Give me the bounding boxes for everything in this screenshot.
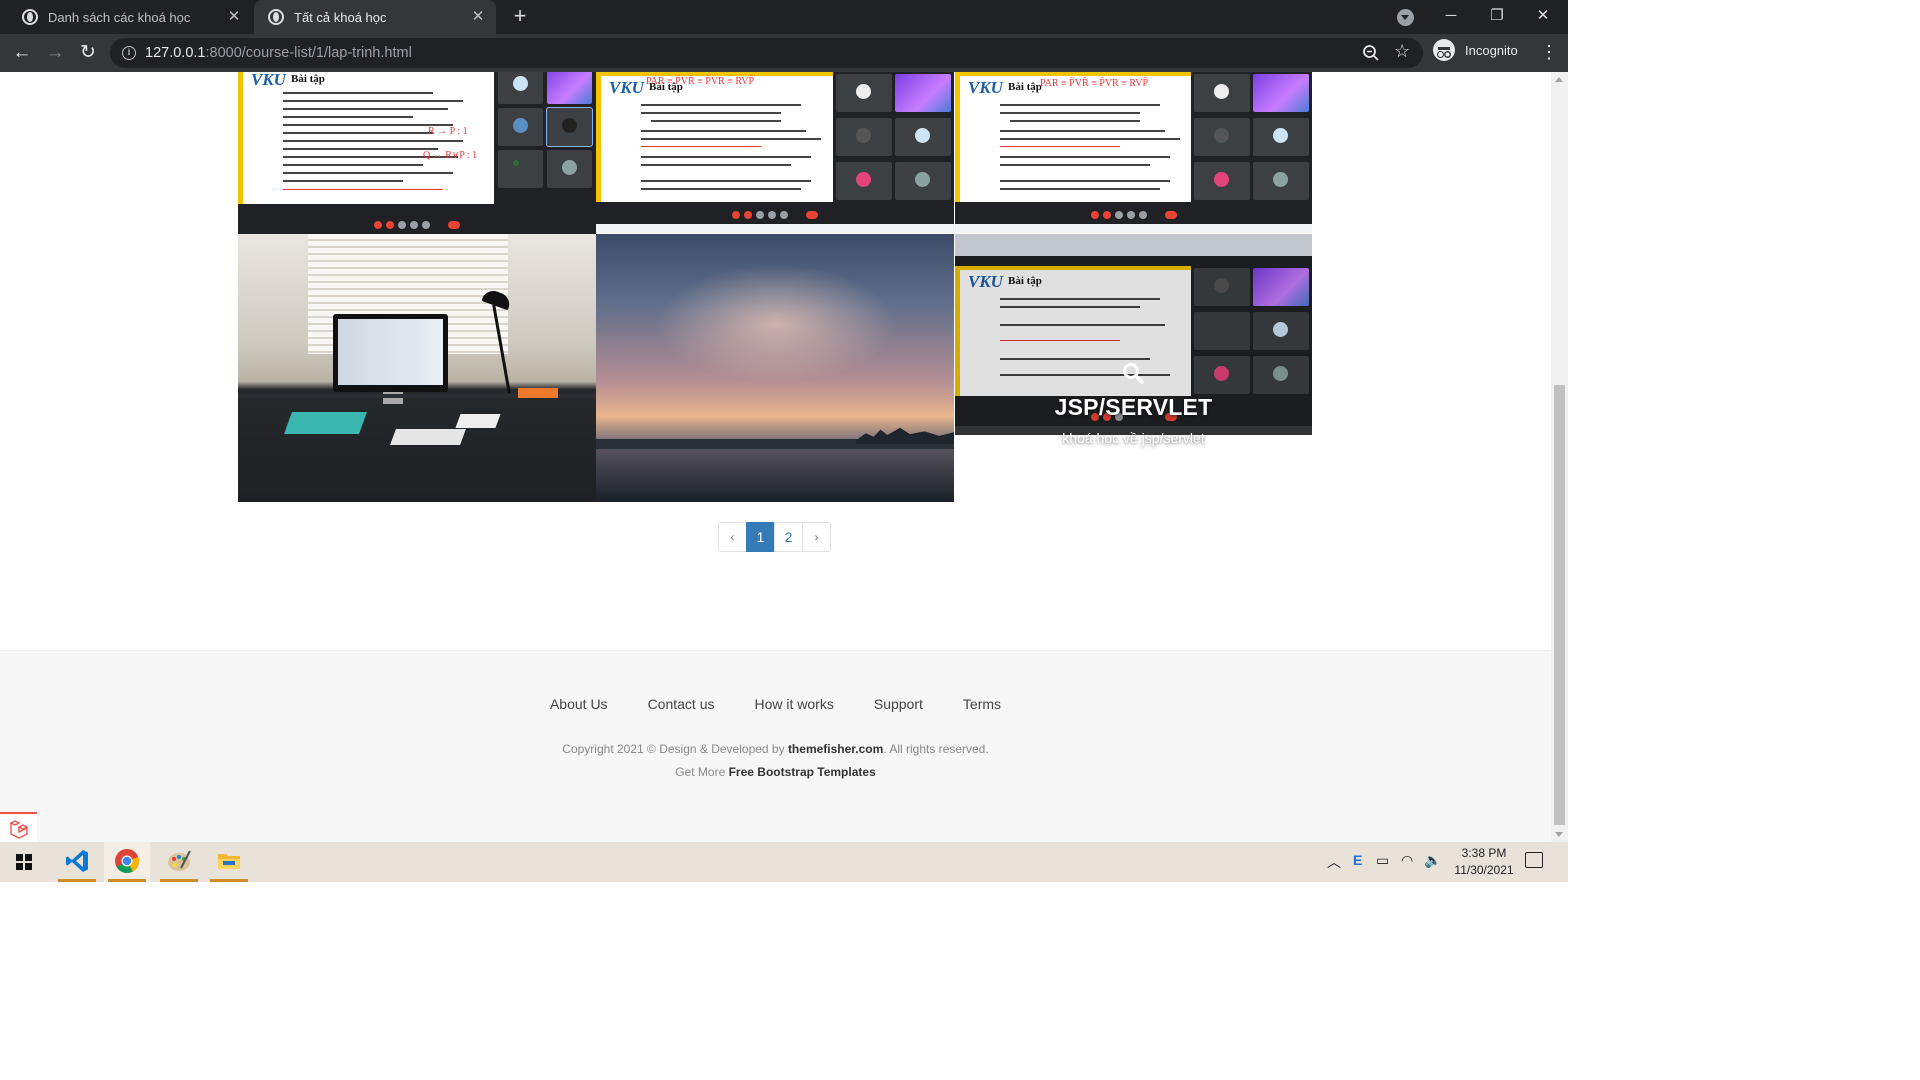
copyright-text: Copyright 2021 © Design & Developed by t…: [562, 742, 989, 756]
close-window-button[interactable]: ✕: [1520, 0, 1566, 34]
slide-heading: Bài tập: [291, 73, 325, 85]
globe-icon: [22, 9, 38, 25]
scroll-down-arrow-icon[interactable]: [1555, 832, 1563, 837]
tab-title: Danh sách các khoá học: [48, 9, 191, 25]
minimize-button[interactable]: ─: [1428, 0, 1474, 34]
incognito-label: Incognito: [1465, 42, 1518, 58]
language-input-icon[interactable]: E: [1353, 852, 1362, 868]
chrome-menu-icon[interactable]: ⋮: [1540, 43, 1558, 61]
pagination-page-2[interactable]: 2: [774, 522, 803, 552]
vscode-icon: [66, 850, 88, 872]
course-thumbnail[interactable]: VKU Bài tập R → P : 1 Q ↔ R∨P : 1: [238, 72, 596, 234]
course-thumbnail-desk-photo[interactable]: [238, 234, 596, 502]
bookmark-star-icon[interactable]: ☆: [1394, 41, 1410, 62]
windows-logo-icon: [16, 854, 32, 870]
course-thumbnail[interactable]: VKU Bài tập PAR ≡ P̄VR̄ ≡ P̄VR ≡ RVP̄: [955, 72, 1312, 234]
scroll-up-arrow-icon[interactable]: [1555, 77, 1563, 82]
start-button[interactable]: [0, 842, 46, 882]
system-clock[interactable]: 3:38 PM 11/30/2021: [1444, 845, 1524, 879]
new-tab-button[interactable]: +: [508, 5, 532, 29]
course-thumbnail[interactable]: VKU Bài tập PAR ≡ P̄VR̄ ≡ P̄VR ≡ RVP̄: [596, 72, 954, 234]
url-text: 127.0.0.1:8000/course-list/1/lap-trinh.h…: [145, 45, 412, 61]
vku-logo: VKU: [609, 78, 644, 97]
clock-time: 3:38 PM: [1461, 846, 1507, 860]
debugbar-toggle[interactable]: [0, 812, 37, 842]
course-title[interactable]: JSP/SERVLET: [955, 394, 1312, 421]
taskbar-paint[interactable]: [156, 842, 202, 882]
close-tab-icon[interactable]: ✕: [468, 7, 488, 27]
clock-date: 11/30/2021: [1454, 863, 1514, 877]
footer-link-terms[interactable]: Terms: [963, 696, 1001, 712]
page-viewport: VKU Bài tập R → P : 1 Q ↔ R∨P : 1 VKU Bà…: [0, 72, 1551, 842]
themefisher-link[interactable]: themefisher.com: [788, 742, 883, 756]
forward-button[interactable]: →: [43, 41, 67, 65]
taskbar-file-explorer[interactable]: [206, 842, 252, 882]
wifi-icon[interactable]: ◠: [1401, 852, 1413, 869]
vku-logo: VKU: [251, 72, 286, 89]
course-subtitle: khoá học về jsp/servlet: [1062, 430, 1205, 446]
show-hidden-icons-chevron-icon[interactable]: ︿: [1327, 852, 1341, 872]
pagination-next[interactable]: ›: [802, 522, 831, 552]
windows-taskbar: ︿ E ▭ ◠ 🔈 3:38 PM 11/30/2021: [0, 842, 1568, 882]
taskbar-chrome[interactable]: [104, 842, 150, 882]
tab-course-list[interactable]: Danh sách các khoá học ✕: [8, 0, 252, 34]
free-templates-link[interactable]: Free Bootstrap Templates: [729, 765, 876, 779]
course-thumbnail-sunset-photo[interactable]: [596, 234, 954, 502]
get-more-text: Get More Free Bootstrap Templates: [675, 765, 876, 779]
action-center-icon[interactable]: [1525, 852, 1543, 868]
tab-all-courses[interactable]: Tất cả khoá học ✕: [254, 0, 496, 34]
restore-button[interactable]: ❐: [1474, 0, 1520, 34]
site-info-icon[interactable]: i: [122, 46, 136, 60]
taskbar-vscode[interactable]: [54, 842, 100, 882]
chrome-icon: [115, 849, 140, 874]
slide-heading: Bài tập: [1008, 81, 1042, 93]
pagination-prev[interactable]: ‹: [718, 522, 747, 552]
scroll-thumb[interactable]: [1554, 385, 1565, 825]
footer-link-how-it-works[interactable]: How it works: [755, 696, 834, 712]
folder-icon: [218, 854, 240, 869]
search-icon[interactable]: [1122, 362, 1144, 384]
paint-palette-icon: [168, 850, 191, 871]
volume-icon[interactable]: 🔈: [1424, 852, 1441, 869]
zoom-icon[interactable]: [1362, 44, 1380, 62]
incognito-icon: [1433, 39, 1455, 61]
footer-nav: About Us Contact us How it works Support…: [0, 696, 1551, 712]
browser-toolbar: ← → ↻ i 127.0.0.1:8000/course-list/1/lap…: [0, 34, 1568, 72]
pagination: ‹ 1 2 ›: [718, 522, 831, 552]
incognito-profile-button[interactable]: Incognito: [1433, 39, 1518, 61]
battery-icon[interactable]: ▭: [1376, 852, 1389, 869]
back-button[interactable]: ←: [10, 41, 34, 65]
site-footer: About Us Contact us How it works Support…: [0, 650, 1551, 842]
reload-button[interactable]: ↻: [76, 41, 100, 65]
close-tab-icon[interactable]: ✕: [224, 7, 244, 27]
tab-strip: Danh sách các khoá học ✕ Tất cả khoá học…: [0, 0, 1568, 34]
footer-link-support[interactable]: Support: [874, 696, 923, 712]
tab-search-icon[interactable]: [1397, 9, 1414, 26]
footer-link-about[interactable]: About Us: [550, 696, 608, 712]
globe-icon: [268, 9, 284, 25]
address-bar[interactable]: i 127.0.0.1:8000/course-list/1/lap-trinh…: [110, 38, 1423, 68]
vku-logo: VKU: [968, 78, 1003, 97]
pagination-page-1[interactable]: 1: [746, 522, 775, 552]
page-scrollbar[interactable]: [1551, 72, 1568, 842]
laravel-icon: [9, 820, 29, 839]
footer-link-contact[interactable]: Contact us: [648, 696, 715, 712]
tab-title: Tất cả khoá học: [294, 9, 387, 25]
